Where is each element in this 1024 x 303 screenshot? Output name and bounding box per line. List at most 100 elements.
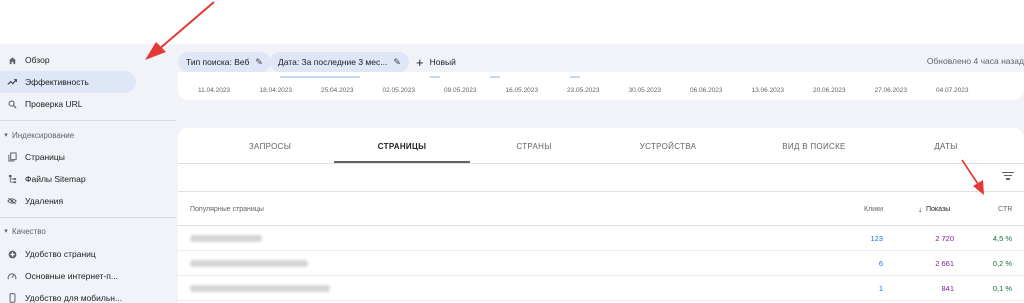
- shows-cell: 2 720: [935, 234, 954, 243]
- date-axis-tick: 06.06.2023: [690, 87, 723, 94]
- shows-cell: 841: [941, 284, 954, 293]
- date-axis-tick: 30.05.2023: [628, 87, 662, 94]
- sidebar-item-label: Обзор: [25, 55, 50, 65]
- chart-line-fragment: [322, 76, 360, 78]
- column-header-clicks[interactable]: Клики: [864, 192, 883, 226]
- column-header-pages[interactable]: Популярные страницы: [190, 192, 264, 226]
- filter-list-icon[interactable]: [1002, 170, 1014, 182]
- redacted-url: [190, 260, 308, 267]
- sidebar-divider: [0, 217, 176, 218]
- chart-line-fragment: [280, 76, 324, 78]
- table-row[interactable]: 6 2 661 0,2 %: [178, 251, 1024, 276]
- tab-search-appearance[interactable]: ВИД В ПОИСКЕ: [754, 128, 874, 164]
- new-filter-button[interactable]: + Новый: [416, 52, 456, 72]
- sidebar-item-mobile-usability[interactable]: Удобство для мобильн...: [0, 287, 136, 303]
- shows-cell: 2 661: [935, 259, 954, 268]
- sidebar-section-indexing[interactable]: ▾ Индексирование: [0, 128, 74, 142]
- sidebar-item-sitemaps[interactable]: Файлы Sitemap: [0, 168, 136, 190]
- date-axis-tick: 20.06.2023: [813, 87, 846, 94]
- chart-line-fragment: [570, 76, 580, 78]
- date-axis-tick: 13.06.2023: [751, 87, 785, 94]
- table-filter-row: [178, 164, 1024, 192]
- sort-descending-icon: ↓: [918, 204, 922, 214]
- sitemap-icon: [0, 174, 22, 184]
- tab-queries[interactable]: ЗАПРОСЫ: [210, 128, 330, 164]
- edit-pencil-icon[interactable]: ✎: [255, 57, 263, 68]
- sidebar-item-label: Страницы: [25, 152, 65, 162]
- section-title: Качество: [12, 226, 46, 236]
- search-type-filter-chip[interactable]: Тип поиска: Веб ✎: [178, 52, 271, 72]
- table-row[interactable]: 123 2 720 4,5 %: [178, 226, 1024, 251]
- tab-pages[interactable]: СТРАНИЦЫ: [342, 128, 462, 164]
- tab-countries[interactable]: СТРАНЫ: [474, 128, 594, 164]
- clicks-cell: 123: [870, 234, 883, 243]
- ctr-cell: 4,5 %: [992, 234, 1012, 243]
- chart-line-fragment: [490, 76, 500, 78]
- search-icon: [0, 100, 22, 109]
- page-url-cell[interactable]: [190, 276, 330, 301]
- clicks-cell: 1: [878, 284, 883, 293]
- ctr-cell: 0,1 %: [992, 284, 1012, 293]
- plus-circle-icon: [0, 250, 22, 259]
- date-axis-tick: 27.06.2023: [874, 87, 908, 94]
- date-axis-tick: 11.04.2023: [198, 87, 231, 94]
- chip-label: Тип поиска: Веб: [186, 57, 250, 67]
- pages-icon: [0, 152, 22, 162]
- sidebar-item-core-web-vitals[interactable]: Основные интернет-п...: [0, 265, 136, 287]
- sidebar-item-pages[interactable]: Страницы: [0, 146, 136, 168]
- date-axis-tick: 16.05.2023: [505, 87, 539, 94]
- table-row[interactable]: 1 841 0,1 %: [178, 276, 1024, 301]
- sidebar-item-overview[interactable]: Обзор: [0, 49, 136, 71]
- table-header: Популярные страницы Клики ↓ Показы CTR: [178, 192, 1024, 226]
- last-updated-text: Обновлено 4 часа назад: [926, 56, 1024, 66]
- dimension-tabs: ЗАПРОСЫ СТРАНИЦЫ СТРАНЫ УСТРОЙСТВА ВИД В ПОИ…: [178, 128, 1024, 164]
- sidebar-item-label: Эффективность: [25, 77, 89, 87]
- sidebar-item-page-experience[interactable]: Удобство страниц: [0, 243, 136, 265]
- date-axis-tick: 25.04.2023: [321, 87, 354, 94]
- date-axis-tick: 04.07.2023: [936, 87, 969, 94]
- filter-bar: Тип поиска: Веб ✎ Дата: За последние 3 м…: [176, 52, 1024, 74]
- trending-up-icon: [0, 78, 22, 86]
- sidebar-item-label: Удобство страниц: [25, 249, 96, 259]
- column-header-label: Показы: [926, 205, 951, 213]
- tab-devices[interactable]: УСТРОЙСТВА: [608, 128, 728, 164]
- visibility-off-icon: [0, 197, 22, 205]
- main-content: Тип поиска: Веб ✎ Дата: За последние 3 м…: [176, 44, 1024, 303]
- section-title: Индексирование: [12, 130, 75, 140]
- page-url-cell[interactable]: [190, 251, 308, 276]
- chip-label: Дата: За последние 3 мес...: [278, 57, 388, 67]
- sidebar-item-label: Удобство для мобильн...: [25, 293, 123, 303]
- edit-pencil-icon[interactable]: ✎: [393, 57, 401, 68]
- date-axis-tick: 23.05.2023: [567, 87, 600, 94]
- sidebar-divider: [0, 120, 176, 121]
- redacted-url: [190, 285, 330, 292]
- date-axis-tick: 09.05.2023: [444, 87, 477, 94]
- plus-icon: +: [416, 54, 424, 70]
- sidebar-item-label: Файлы Sitemap: [25, 174, 86, 184]
- redacted-url: [190, 235, 262, 242]
- sidebar-item-url-inspection[interactable]: Проверка URL: [0, 93, 136, 115]
- sidebar-item-label: Удаления: [25, 196, 64, 206]
- chevron-down-icon: ▾: [4, 228, 8, 235]
- column-header-ctr[interactable]: CTR: [998, 192, 1012, 226]
- chart-line-fragment: [430, 76, 440, 78]
- sidebar-item-removals[interactable]: Удаления: [0, 190, 136, 212]
- home-icon: [0, 56, 22, 65]
- chart-date-axis: 11.04.2023 18.04.2023 25.04.2023 02.05.2023…: [178, 72, 1024, 100]
- date-axis-tick: 18.04.2023: [259, 87, 293, 94]
- smartphone-icon: [0, 293, 22, 303]
- column-header-shows[interactable]: ↓ Показы: [918, 192, 950, 226]
- clicks-cell: 6: [878, 259, 883, 268]
- page-url-cell[interactable]: [190, 226, 262, 251]
- sidebar-item-performance[interactable]: Эффективность: [0, 71, 136, 93]
- sidebar-section-quality[interactable]: ▾ Качество: [0, 224, 46, 238]
- performance-table-card: ЗАПРОСЫ СТРАНИЦЫ СТРАНЫ УСТРОЙСТВА ВИД В ПОИ…: [178, 128, 1024, 303]
- ctr-cell: 0,2 %: [992, 259, 1012, 268]
- top-bar: [0, 0, 1024, 44]
- sidebar: Обзор Эффективность Проверка URL ▾ Индек…: [0, 44, 176, 303]
- sidebar-item-label: Проверка URL: [25, 99, 83, 109]
- tab-dates[interactable]: ДАТЫ: [886, 128, 1006, 164]
- speed-gauge-icon: [0, 272, 22, 281]
- date-filter-chip[interactable]: Дата: За последние 3 мес... ✎: [270, 52, 409, 72]
- date-axis-tick: 02.05.2023: [382, 87, 416, 94]
